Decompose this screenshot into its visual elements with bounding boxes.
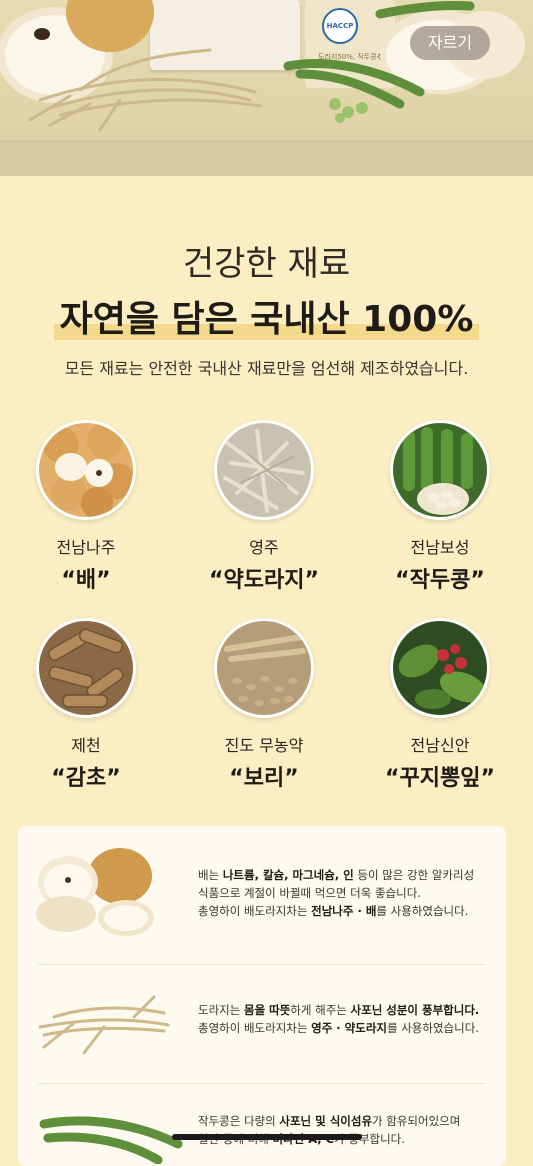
detail-row-sword-bean: 작두콩은 다량의 사포닌 및 식이섬유가 함유되어있으며 일반 콩에 비해 비타… <box>18 1084 506 1166</box>
ingredient-licorice: 제천 “감초” <box>6 618 166 792</box>
ingredient-origin: 전남보성 <box>410 538 470 557</box>
ingredient-origin: 제천 <box>71 736 101 755</box>
detail-description: 배는 나트륨, 칼슘, 마그네슘, 인 등이 많은 강한 알카리성 식품으로 계… <box>198 866 498 920</box>
detail-line: 도라지는 몸을 따뜻하게 해주는 사포닌 성분이 풍부합니다. <box>198 1003 480 1017</box>
detail-row-pear: 배는 나트륨, 칼슘, 마그네슘, 인 등이 많은 강한 알카리성 식품으로 계… <box>18 826 506 964</box>
ingredient-pear: 전남나주 “배” <box>6 420 166 594</box>
licorice-image <box>36 618 136 718</box>
pear-image <box>36 420 136 520</box>
detail-line: 식품으로 계절이 바뀔때 먹으면 더욱 좋습니다. <box>198 886 421 900</box>
ingredient-origin: 전남나주 <box>56 538 116 557</box>
pear-image <box>36 848 154 936</box>
section-headline: 자연을 담은 국내산 100% <box>53 290 480 342</box>
detail-line: 총영하이 배도라지차는 영주 · 약도라지를 사용하였습니다. <box>198 1021 479 1035</box>
cudrania-leaf-image <box>390 618 490 718</box>
ingredient-bellflower: 영주 “약도라지” <box>184 420 344 594</box>
bellflower-root-image <box>38 995 170 1055</box>
ingredient-name: “감초” <box>51 766 121 791</box>
detail-row-bellflower: 도라지는 몸을 따뜻하게 해주는 사포닌 성분이 풍부합니다. 총영하이 배도라… <box>18 965 506 1083</box>
detail-description: 작두콩은 다량의 사포닌 및 식이섬유가 함유되어있으며 일반 콩에 비해 비타… <box>198 1112 498 1148</box>
bellflower-root-image <box>214 420 314 520</box>
sword-bean-image <box>390 420 490 520</box>
ingredient-detail-card: 배는 나트륨, 칼슘, 마그네슘, 인 등이 많은 강한 알카리성 식품으로 계… <box>18 826 506 1166</box>
ingredient-name: “꾸지뽕잎” <box>385 766 495 791</box>
ingredient-origin: 영주 <box>249 538 279 557</box>
detail-line: 총영하이 배도라지차는 전남나주 · 배를 사용하였습니다. <box>198 904 469 918</box>
ingredient-origin: 진도 무농약 <box>224 736 304 755</box>
ingredient-origin: 전남신안 <box>410 736 470 755</box>
ingredient-cudrania: 전남신안 “꾸지뽕잎” <box>360 618 520 792</box>
detail-line: 배는 나트륨, 칼슘, 마그네슘, 인 등이 많은 강한 알카리성 <box>198 868 475 882</box>
ingredient-barley: 진도 무농약 “보리” <box>184 618 344 792</box>
detail-description: 도라지는 몸을 따뜻하게 해주는 사포닌 성분이 풍부합니다. 총영하이 배도라… <box>198 1001 498 1037</box>
section-subtitle: 모든 재료는 안전한 국내산 재료만을 엄선해 제조하였습니다. <box>64 359 469 378</box>
sword-bean-image <box>39 1116 183 1164</box>
section-title: 건강한 재료 <box>182 244 351 284</box>
ingredient-name: “보리” <box>229 766 299 791</box>
ingredient-name: “배” <box>61 568 111 593</box>
hero-product-photo: HACCP 도라지50%, 작두콩추출액 자르기 <box>0 0 533 176</box>
home-indicator[interactable] <box>172 1134 362 1140</box>
ingredient-name: “약도라지” <box>209 568 319 593</box>
detail-line: 작두콩은 다량의 사포닌 및 식이섬유가 함유되어있으며 <box>198 1114 461 1128</box>
ingredient-name: “작두콩” <box>395 568 485 593</box>
cut-button[interactable]: 자르기 <box>410 26 490 60</box>
barley-image <box>214 618 314 718</box>
ingredient-sword-bean: 전남보성 “작두콩” <box>360 420 520 594</box>
